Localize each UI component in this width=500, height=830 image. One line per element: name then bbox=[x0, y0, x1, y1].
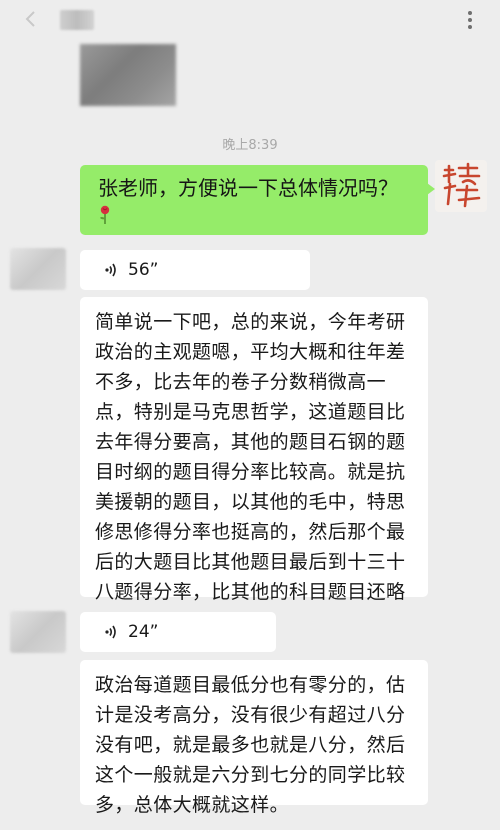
sent-message-bubble[interactable]: 张老师，方便说一下总体情况吗？ bbox=[80, 165, 435, 235]
voice-message-bubble[interactable]: 56” bbox=[80, 250, 310, 290]
top-bar bbox=[0, 0, 500, 40]
voice-duration: 56” bbox=[128, 260, 159, 280]
blurred-contact-name bbox=[60, 10, 94, 30]
received-text-bubble[interactable]: 政治每道题目最低分也有零分的，估计是没考高分，没有很少有超过八分没有吧，就是最多… bbox=[80, 660, 428, 816]
contact-avatar[interactable] bbox=[10, 248, 66, 290]
self-avatar[interactable] bbox=[435, 160, 487, 212]
sent-message-text: 张老师，方便说一下总体情况吗？ bbox=[98, 176, 398, 200]
timestamp: 晚上8:39 bbox=[222, 138, 278, 153]
received-message-text: 政治每道题目最低分也有零分的，估计是没考高分，没有很少有超过八分没有吧，就是最多… bbox=[95, 674, 406, 816]
voice-duration: 24” bbox=[128, 622, 159, 642]
contact-avatar[interactable] bbox=[10, 611, 66, 653]
blurred-image-message[interactable] bbox=[80, 44, 176, 106]
back-icon[interactable] bbox=[22, 10, 40, 28]
received-text-bubble[interactable]: 简单说一下吧，总的来说，今年考研政治的主观题嗯，平均大概和往年差不多，比去年的卷… bbox=[80, 297, 428, 633]
received-message-text: 简单说一下吧，总的来说，今年考研政治的主观题嗯，平均大概和往年差不多，比去年的卷… bbox=[95, 311, 406, 633]
more-options-icon[interactable] bbox=[460, 8, 480, 32]
voice-wave-icon bbox=[105, 625, 116, 639]
voice-message-bubble[interactable]: 24” bbox=[80, 612, 276, 652]
rose-icon bbox=[100, 205, 110, 224]
voice-wave-icon bbox=[105, 263, 116, 277]
